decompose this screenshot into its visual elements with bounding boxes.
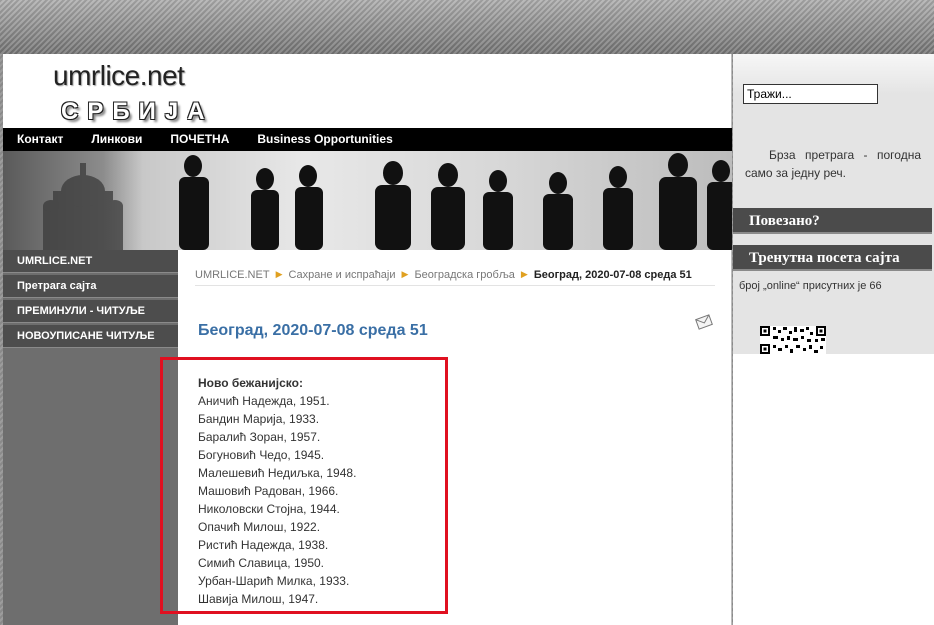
- logo-main-text: umrlice.net: [53, 60, 185, 91]
- right-column: Брза претрага - погодна само за једну ре…: [733, 54, 934, 625]
- breadcrumb-arrow-icon: ▶: [401, 269, 409, 279]
- header-banner-image: [3, 151, 732, 250]
- sidebar-item-new-obituaries[interactable]: НОВОУПИСАНЕ ЧИТУЉЕ: [3, 325, 178, 348]
- breadcrumb: UMRLICE.NET ▶ Сахране и испраћаји ▶ Беог…: [195, 264, 715, 286]
- cemetery-heading: Ново бежанијско:: [198, 376, 303, 390]
- breadcrumb-arrow-icon: ▶: [520, 269, 528, 279]
- list-item: Шавија Милош, 1947.: [198, 592, 319, 606]
- top-band: [0, 0, 934, 54]
- breadcrumb-cemeteries[interactable]: Београдска гробља: [414, 269, 514, 281]
- related-box-heading[interactable]: Повезано?: [733, 208, 932, 234]
- breadcrumb-current: Београд, 2020-07-08 среда 51: [533, 268, 692, 281]
- list-item: Баралић Зоран, 1957.: [198, 430, 321, 444]
- nav-business[interactable]: Business Opportunities: [243, 128, 406, 151]
- breadcrumb-funerals[interactable]: Сахране и испраћаји: [288, 269, 395, 281]
- email-icon[interactable]: [695, 314, 713, 330]
- nav-home[interactable]: ПОЧЕТНА: [156, 128, 243, 151]
- list-item: Николовски Стојна, 1944.: [198, 502, 340, 516]
- list-item: Машовић Радован, 1966.: [198, 484, 339, 498]
- list-item: Симић Славица, 1950.: [198, 556, 324, 570]
- nav-links[interactable]: Линкови: [77, 128, 156, 151]
- sidebar-item-search[interactable]: Претрага сајта: [3, 275, 178, 298]
- qr-code-icon: [760, 326, 826, 359]
- list-item: Аничић Надежда, 1951.: [198, 394, 330, 408]
- sidebar-item-umrlice[interactable]: UMRLICE.NET: [3, 250, 178, 273]
- nav-contact[interactable]: Контакт: [3, 128, 77, 151]
- main-page: umrlice.net СРБИЈА Контакт Линкови ПОЧЕТ…: [3, 54, 732, 625]
- logo-sub-text: СРБИЈА: [61, 98, 214, 125]
- left-sidebar: UMRLICE.NET Претрага сајта ПРЕМИНУЛИ - Ч…: [3, 250, 178, 625]
- sidebar-item-obituaries[interactable]: ПРЕМИНУЛИ - ЧИТУЉЕ: [3, 300, 178, 323]
- top-nav: Контакт Линкови ПОЧЕТНА Business Opportu…: [3, 128, 732, 151]
- search-input[interactable]: [743, 84, 878, 104]
- banner-silhouettes: [43, 153, 732, 250]
- list-item: Ристић Надежда, 1938.: [198, 538, 329, 552]
- breadcrumb-home[interactable]: UMRLICE.NET: [195, 269, 270, 281]
- list-item: Бандин Марија, 1933.: [198, 412, 320, 426]
- quick-search-help: Брза претрага - погодна само за једну ре…: [745, 148, 921, 180]
- site-logo[interactable]: umrlice.net СРБИЈА: [53, 60, 253, 125]
- list-item: Опачић Милош, 1922.: [198, 520, 321, 534]
- online-counter: број „online“ присутних је 66: [739, 280, 882, 292]
- page-title: Београд, 2020-07-08 среда 51: [198, 322, 428, 339]
- breadcrumb-arrow-icon: ▶: [275, 269, 283, 279]
- burial-list: Ново бежанијско: Аничић Надежда, 1951. Б…: [198, 374, 356, 608]
- list-item: Малешевић Недиљка, 1948.: [198, 466, 357, 480]
- list-item: Богуновић Чедо, 1945.: [198, 448, 325, 462]
- visits-box-heading: Тренутна посета сајта: [733, 245, 932, 271]
- list-item: Урбан-Шарић Милка, 1933.: [198, 574, 350, 588]
